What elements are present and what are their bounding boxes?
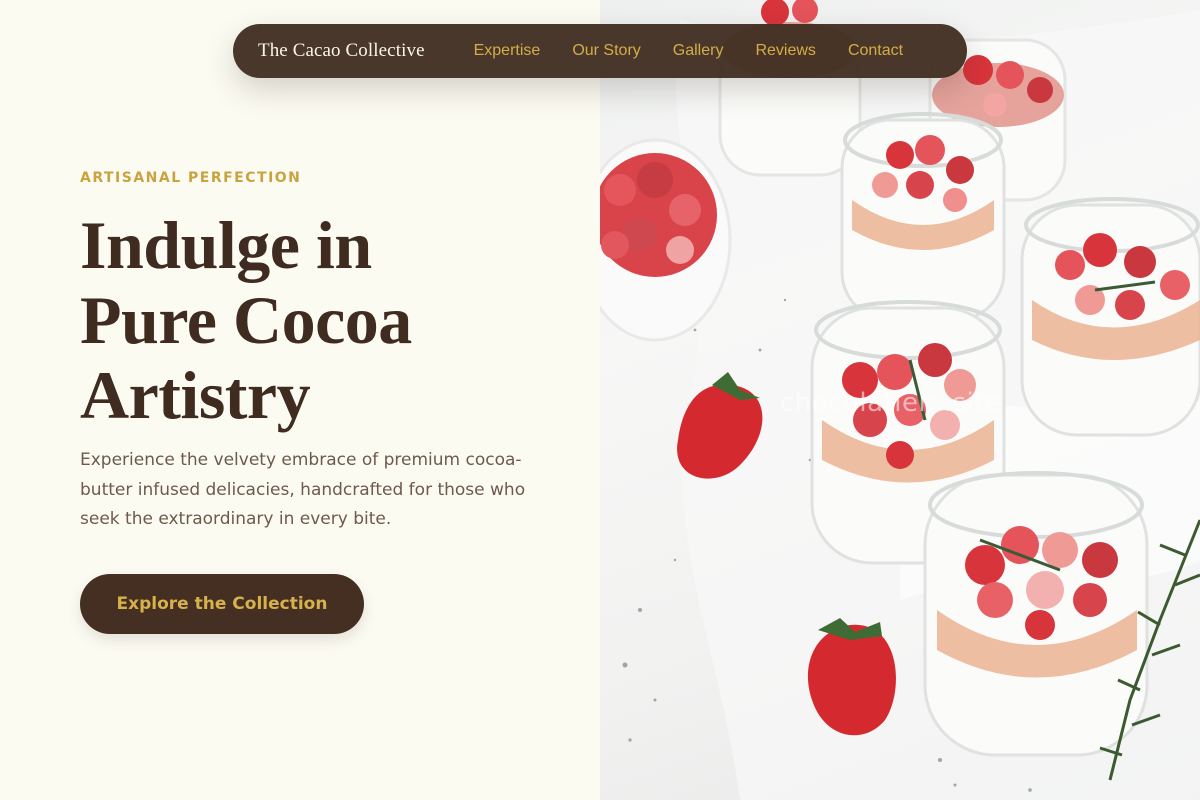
watermark: chocolatiers.site bbox=[780, 388, 1002, 418]
headline-line: Indulge in bbox=[80, 207, 372, 283]
headline-line: Artistry bbox=[80, 357, 311, 433]
brand-logo[interactable]: The Cacao Collective bbox=[258, 40, 425, 62]
explore-collection-button[interactable]: Explore the Collection bbox=[80, 574, 364, 634]
headline-line: Pure Cocoa bbox=[80, 282, 412, 358]
panna-cotta-jar bbox=[840, 112, 1006, 322]
panna-cotta-jar bbox=[923, 471, 1149, 757]
panna-cotta-jar bbox=[1020, 197, 1200, 437]
top-navbar: The Cacao Collective Expertise Our Story… bbox=[233, 24, 967, 78]
hero-eyebrow: ARTISANAL PERFECTION bbox=[80, 170, 302, 186]
nav-link-our-story[interactable]: Our Story bbox=[572, 42, 640, 60]
nav-link-reviews[interactable]: Reviews bbox=[755, 42, 815, 60]
hero-description: Experience the velvety embrace of premiu… bbox=[80, 450, 526, 529]
hero-headline: Indulge in Pure Cocoa Artistry bbox=[80, 208, 580, 433]
hero-photo: chocolatiers.site bbox=[600, 0, 1200, 800]
nav-links: Expertise Our Story Gallery Reviews Cont… bbox=[474, 42, 903, 60]
nav-link-contact[interactable]: Contact bbox=[848, 42, 903, 60]
nav-link-gallery[interactable]: Gallery bbox=[673, 42, 724, 60]
nav-link-expertise[interactable]: Expertise bbox=[474, 42, 541, 60]
hero-text-panel: ARTISANAL PERFECTION Indulge in Pure Coc… bbox=[0, 0, 600, 800]
